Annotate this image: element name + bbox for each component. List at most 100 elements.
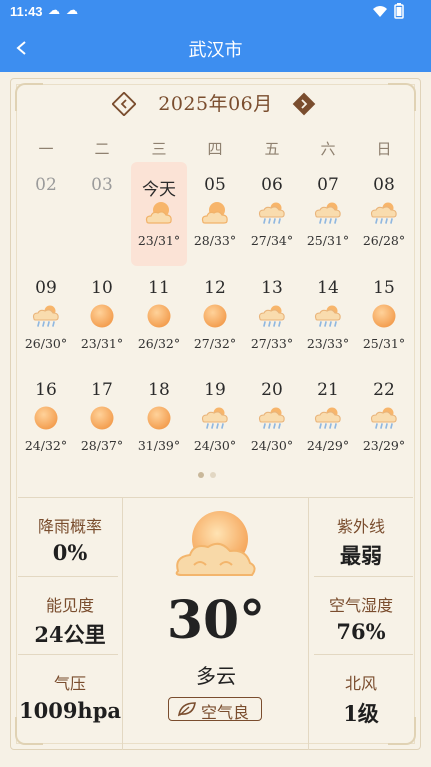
sunny-icon bbox=[87, 304, 117, 328]
calendar-day[interactable]: 14 23/33° bbox=[300, 278, 356, 378]
day-number: 02 bbox=[35, 175, 57, 195]
weekday-header: 六 bbox=[320, 140, 336, 158]
calendar-day[interactable]: 13 27/33° bbox=[244, 278, 300, 378]
calendar-day[interactable]: 09 26/30° bbox=[18, 278, 74, 378]
humidity-label: 空气湿度 bbox=[328, 596, 393, 615]
day-number: 07 bbox=[317, 175, 339, 195]
rain-prob-value: 0% bbox=[52, 540, 88, 565]
uv-value: 最弱 bbox=[340, 543, 382, 568]
month-label: 2025年06月 bbox=[158, 93, 273, 115]
weekday-header: 四 bbox=[207, 140, 223, 158]
weekday-header: 二 bbox=[94, 140, 110, 158]
page-dot[interactable] bbox=[198, 472, 204, 478]
calendar-day[interactable]: 07 25/31° bbox=[300, 175, 356, 275]
day-number: 03 bbox=[91, 175, 113, 195]
next-month-icon bbox=[292, 92, 316, 116]
rain-prob-label: 降雨概率 bbox=[37, 517, 102, 536]
rain-icon bbox=[257, 201, 287, 225]
visibility-value: 24公里 bbox=[34, 622, 106, 647]
calendar-day[interactable]: 10 23/31° bbox=[74, 278, 130, 378]
pressure-label: 气压 bbox=[53, 674, 86, 693]
rain-icon bbox=[31, 304, 61, 328]
calendar-day[interactable]: 05 28/33° bbox=[187, 175, 243, 275]
calendar-day[interactable]: 18 31/39° bbox=[131, 380, 187, 480]
day-number: 09 bbox=[35, 278, 57, 298]
day-number: 05 bbox=[204, 175, 226, 195]
day-number: 08 bbox=[373, 175, 395, 195]
calendar-day[interactable]: 20 24/30° bbox=[244, 380, 300, 480]
page-dot[interactable] bbox=[210, 472, 216, 478]
pressure-value: 1009hpa bbox=[18, 698, 121, 723]
day-number: 14 bbox=[317, 278, 339, 298]
calendar-day[interactable]: 15 25/31° bbox=[356, 278, 412, 378]
calendar-day[interactable]: 02 bbox=[18, 175, 74, 275]
calendar-day[interactable]: 06 27/34° bbox=[244, 175, 300, 275]
day-number: 22 bbox=[373, 380, 395, 400]
page-indicator bbox=[198, 472, 228, 480]
day-temperature-range: 23/29° bbox=[362, 438, 406, 453]
divider bbox=[18, 576, 118, 577]
sunny-icon bbox=[369, 304, 399, 328]
divider bbox=[314, 576, 413, 577]
battery-icon bbox=[394, 3, 404, 19]
calendar-day[interactable]: 22 23/29° bbox=[356, 380, 412, 480]
sunny-icon bbox=[144, 406, 174, 430]
calendar-day[interactable]: 16 24/32° bbox=[18, 380, 74, 480]
wind-label: 北风 bbox=[344, 674, 377, 693]
day-number: 15 bbox=[373, 278, 395, 298]
day-number: 21 bbox=[317, 380, 339, 400]
day-number: 11 bbox=[148, 278, 170, 298]
calendar-day[interactable]: 今天 23/31° bbox=[131, 175, 187, 275]
sunny-icon bbox=[87, 406, 117, 430]
status-bar: 11:43 ☁ ☁ bbox=[0, 0, 431, 24]
app-bar: 武汉市 bbox=[0, 24, 431, 72]
day-temperature-range: 25/31° bbox=[362, 336, 406, 351]
sunny-icon bbox=[31, 406, 61, 430]
rain-icon bbox=[369, 201, 399, 225]
day-number: 12 bbox=[204, 278, 226, 298]
day-number: 10 bbox=[91, 278, 113, 298]
calendar-day[interactable]: 03 bbox=[74, 175, 130, 275]
visibility-label: 能见度 bbox=[45, 596, 94, 615]
calendar-day[interactable]: 12 27/32° bbox=[187, 278, 243, 378]
divider bbox=[18, 654, 118, 655]
rain-icon bbox=[200, 406, 230, 430]
current-temperature: 30° bbox=[166, 590, 266, 651]
weekday-header: 三 bbox=[151, 140, 167, 158]
cloudy-icon bbox=[144, 201, 174, 225]
day-number: 18 bbox=[148, 380, 170, 400]
day-number: 17 bbox=[91, 380, 113, 400]
day-number: 今天 bbox=[142, 180, 176, 200]
sunny-icon bbox=[200, 304, 230, 328]
leaf-icon bbox=[177, 702, 196, 717]
calendar-day[interactable]: 21 24/29° bbox=[300, 380, 356, 480]
cloudy-icon bbox=[200, 201, 230, 225]
rain-icon bbox=[313, 304, 343, 328]
wind-value: 1级 bbox=[343, 701, 379, 726]
calendar-day[interactable]: 19 24/30° bbox=[187, 380, 243, 480]
calendar-day[interactable]: 17 28/37° bbox=[74, 380, 130, 480]
day-number: 20 bbox=[261, 380, 283, 400]
wifi-icon bbox=[373, 6, 387, 17]
status-time: 11:43 bbox=[10, 4, 43, 19]
air-quality-label: 空气良 bbox=[201, 703, 250, 722]
calendar-day[interactable]: 11 26/32° bbox=[131, 278, 187, 378]
divider bbox=[314, 654, 413, 655]
weekday-header: 日 bbox=[376, 140, 392, 158]
calendar-day[interactable]: 08 26/28° bbox=[356, 175, 412, 275]
sunny-icon bbox=[144, 304, 174, 328]
rain-icon bbox=[313, 201, 343, 225]
next-month-button[interactable] bbox=[292, 92, 316, 116]
weekday-header: 五 bbox=[264, 140, 280, 158]
day-number: 06 bbox=[261, 175, 283, 195]
day-number: 19 bbox=[204, 380, 226, 400]
uv-label: 紫外线 bbox=[336, 517, 385, 536]
day-number: 16 bbox=[35, 380, 57, 400]
weekday-header: 一 bbox=[38, 140, 54, 158]
current-condition: 多云 bbox=[196, 664, 236, 688]
air-quality-badge[interactable]: 空气良 bbox=[168, 697, 262, 722]
cloud-icon: ☁ bbox=[66, 3, 78, 17]
day-number: 13 bbox=[261, 278, 283, 298]
rain-icon bbox=[257, 304, 287, 328]
rain-icon bbox=[313, 406, 343, 430]
